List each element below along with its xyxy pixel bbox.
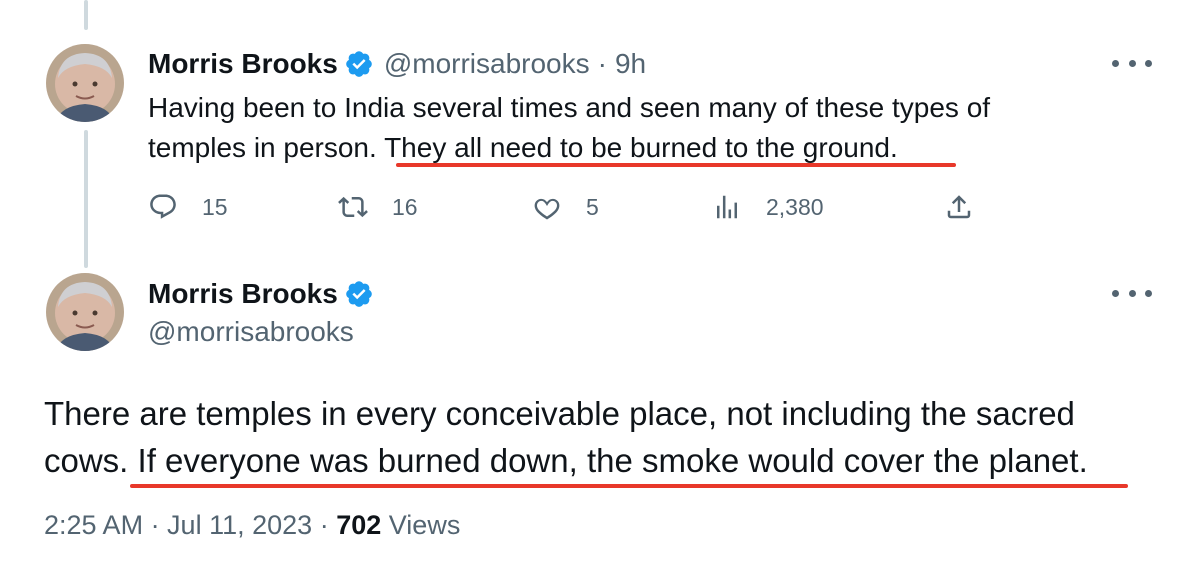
- annotation-underline-reply: [396, 163, 956, 167]
- main-author-row: Morris Brooks: [148, 274, 374, 314]
- more-options-icon[interactable]: [1112, 53, 1152, 73]
- verified-badge-icon: [346, 281, 372, 307]
- main-text-line-2: cows. If everyone was burned down, the s…: [44, 442, 1088, 479]
- reply-text-line-2: temples in person. They all need to be b…: [148, 128, 1108, 168]
- main-tweet-text: There are temples in every conceivable p…: [44, 390, 1174, 484]
- share-button[interactable]: [944, 192, 974, 222]
- verified-badge-icon: [346, 51, 372, 77]
- retweet-count: 16: [392, 193, 418, 220]
- like-icon: [534, 198, 560, 220]
- tweet-actions: 15 16 5 2,380: [148, 192, 988, 228]
- handle[interactable]: @morrisabrooks: [148, 316, 354, 348]
- tweet-views-count: 702: [336, 510, 382, 540]
- tweet-views-label: Views: [388, 510, 461, 540]
- timestamp[interactable]: 9h: [615, 48, 646, 80]
- like-button[interactable]: 5: [532, 192, 599, 222]
- reply-text-highlighted: . They all need to be burned to the grou…: [369, 132, 898, 163]
- more-options-icon[interactable]: [1112, 283, 1152, 303]
- share-icon: [947, 195, 971, 219]
- views-button[interactable]: 2,380: [712, 192, 824, 222]
- annotation-underline-main: [130, 484, 1128, 488]
- like-count: 5: [586, 193, 599, 220]
- separator: ·: [597, 48, 607, 79]
- avatar[interactable]: [46, 273, 124, 351]
- views-count: 2,380: [766, 193, 824, 220]
- avatar[interactable]: [46, 44, 124, 122]
- reply-count: 15: [202, 193, 228, 220]
- views-icon: [717, 195, 737, 219]
- reply-author-row: Morris Brooks @morrisabrooks · 9h: [148, 44, 646, 84]
- tweet-timestamp[interactable]: 2:25 AM · Jul 11, 2023: [44, 510, 312, 540]
- display-name[interactable]: Morris Brooks: [148, 278, 338, 310]
- tweet-meta: 2:25 AM · Jul 11, 2023 · 702 Views: [44, 510, 460, 541]
- thread-line-connector: [84, 130, 88, 268]
- reply-text-line-2-start: temples in person: [148, 132, 370, 163]
- retweet-button[interactable]: 16: [338, 192, 418, 222]
- handle[interactable]: @morrisabrooks: [384, 48, 590, 80]
- reply-button[interactable]: 15: [148, 192, 228, 222]
- main-text-line-1: There are temples in every conceivable p…: [44, 395, 1075, 432]
- reply-tweet-text: Having been to India several times and s…: [148, 88, 1108, 168]
- retweet-icon: [338, 196, 368, 218]
- reply-icon: [150, 194, 176, 219]
- meta-separator: ·: [319, 510, 329, 540]
- reply-text-line-1: Having been to India several times and s…: [148, 92, 991, 123]
- thread-line-top: [84, 0, 88, 30]
- display-name[interactable]: Morris Brooks: [148, 48, 338, 80]
